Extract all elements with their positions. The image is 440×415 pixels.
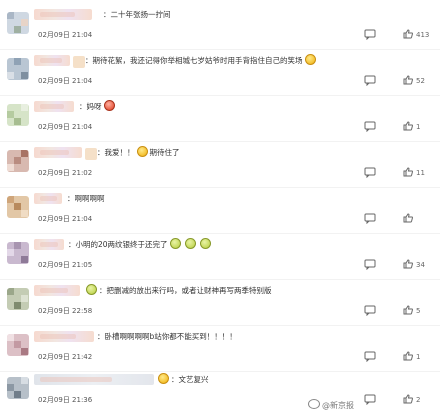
avatar[interactable] [7,104,29,126]
username[interactable] [34,147,82,158]
like-button[interactable]: 1 [403,121,420,133]
comment-row: ：我爱！！ 期待住了 02月09日 21:02 11 [0,142,440,188]
emoji-icon [199,238,211,249]
comment-time: 02月09日 21:04 [38,31,93,39]
like-button[interactable]: 11 [403,167,425,179]
comment-button[interactable] [364,75,376,87]
thumbs-up-icon [403,213,413,223]
emoji-icon [304,54,316,65]
emoji-icon [158,373,169,384]
avatar[interactable] [7,377,29,399]
username[interactable] [34,193,62,204]
comment-time: 02月09日 21:04 [38,123,93,131]
like-button[interactable] [403,213,416,225]
thumbs-up-icon [403,394,413,404]
comment-time: 02月09日 22:58 [38,307,93,315]
avatar[interactable] [7,58,29,80]
weibo-logo-icon [308,399,320,409]
username[interactable] [34,374,154,385]
comment-row: ：把删减的放出来行吗，或者让财神再写两季特别版 02月09日 22:58 5 [0,280,440,326]
comment-list: ：二十年张扬一拧间 02月09日 21:04 413 ：期待花絮，我还记得你举相… [0,0,440,415]
member-badge [73,56,85,68]
comment-time: 02月09日 21:04 [38,215,93,223]
avatar[interactable] [7,150,29,172]
comment-row: ：小明的20两纹银终于还完了 02月09日 21:05 34 [0,234,440,280]
comment-icon [364,305,376,317]
comment-row: ：妈呀 02月09日 21:04 1 [0,96,440,142]
comment-icon [364,259,376,271]
comment-text: ：文艺复兴 [156,373,209,387]
comment-time: 02月09日 21:02 [38,169,93,177]
emoji-icon [184,238,196,249]
comment-icon [364,213,376,225]
comment-text: ：期待花絮，我还记得你举相城七岁姑爷时用手背指住自己的笑场 [85,54,318,68]
comment-button[interactable] [364,259,376,271]
comment-icon [364,121,376,133]
comment-row: ：二十年张扬一拧间 02月09日 21:04 413 [0,4,440,50]
like-button[interactable]: 34 [403,259,425,271]
comment-icon [364,75,376,87]
emoji-icon [169,238,181,249]
comment-time: 02月09日 21:05 [38,261,93,269]
username[interactable] [34,55,70,66]
member-badge [85,148,97,160]
comment-button[interactable] [364,351,376,363]
thumbs-up-icon [403,121,413,131]
like-button[interactable]: 52 [403,75,425,87]
comment-text: ：妈呀 [79,100,117,114]
emoji-icon [86,284,97,295]
thumbs-up-icon [403,29,413,39]
comment-text: ：啊啊啊啊 [67,194,105,203]
username[interactable] [34,331,94,342]
like-button[interactable]: 2 [403,394,420,406]
thumbs-up-icon [403,75,413,85]
avatar[interactable] [7,12,29,34]
comment-button[interactable] [364,394,376,406]
avatar[interactable] [7,288,29,310]
comment-text: ：卧槽啊啊啊啊b站你都不能买到！！！！ [97,332,237,341]
comment-row: ：啊啊啊啊 02月09日 21:04 [0,188,440,234]
comment-time: 02月09日 21:04 [38,77,93,85]
comment-time: 02月09日 21:42 [38,353,93,361]
thumbs-up-icon [403,259,413,269]
avatar[interactable] [7,242,29,264]
username[interactable] [34,239,64,250]
comment-button[interactable] [364,305,376,317]
like-button[interactable]: 1 [403,351,420,363]
username[interactable] [34,285,80,296]
comment-button[interactable] [364,121,376,133]
comment-text: ：二十年张扬一拧间 [103,10,171,19]
thumbs-up-icon [403,167,413,177]
watermark: @新京报 [308,399,354,411]
username[interactable] [34,101,74,112]
thumbs-up-icon [403,305,413,315]
comment-icon [364,29,376,41]
like-button[interactable]: 5 [403,305,420,317]
comment-button[interactable] [364,213,376,225]
avatar[interactable] [7,196,29,218]
comment-button[interactable] [364,167,376,179]
comment-row: ：文艺复兴 02月09日 21:36 2 [0,369,440,415]
comment-row: ：卧槽啊啊啊啊b站你都不能买到！！！！ 02月09日 21:42 1 [0,326,440,372]
like-button[interactable]: 413 [403,29,429,41]
comment-button[interactable] [364,29,376,41]
comment-icon [364,351,376,363]
emoji-icon [103,100,115,111]
emoji-icon [136,146,148,157]
avatar[interactable] [7,334,29,356]
comment-text: ：把删减的放出来行吗，或者让财神再写两季特别版 [84,284,272,298]
username[interactable] [34,9,92,20]
comment-time: 02月09日 21:36 [38,396,93,404]
comment-icon [364,394,376,406]
comment-text: ：我爱！！ 期待住了 [97,146,180,157]
comment-row: ：期待花絮，我还记得你举相城七岁姑爷时用手背指住自己的笑场 02月09日 21:… [0,50,440,96]
comment-text: ：小明的20两纹银终于还完了 [68,238,213,252]
comment-icon [364,167,376,179]
thumbs-up-icon [403,351,413,361]
